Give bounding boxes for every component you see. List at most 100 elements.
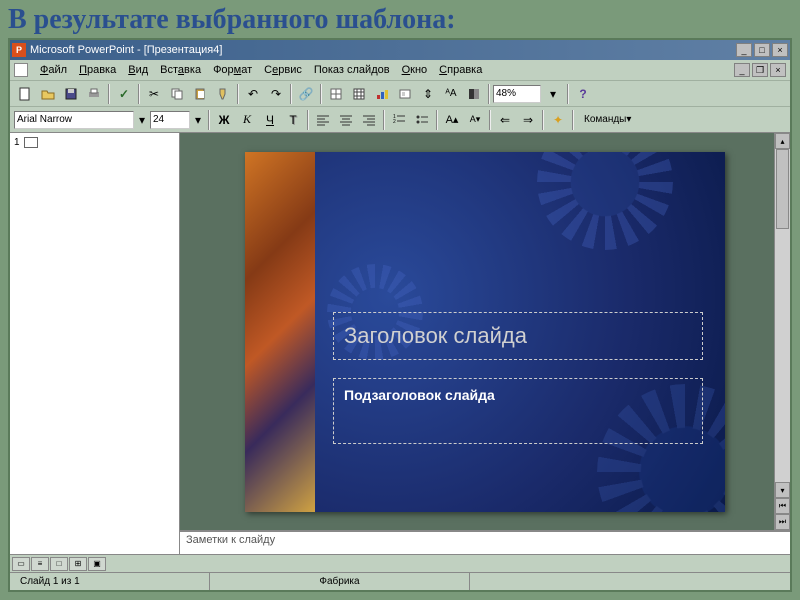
vertical-scrollbar[interactable]: ▴ ▾ ⏮ ⏭ xyxy=(774,133,790,530)
menu-edit[interactable]: Правка xyxy=(77,64,118,76)
child-restore-button[interactable]: ❐ xyxy=(752,63,768,77)
bullets-button[interactable] xyxy=(411,109,433,131)
menu-window[interactable]: Окно xyxy=(400,64,430,76)
menu-help[interactable]: Справка xyxy=(437,64,484,76)
expand-button[interactable]: ⇕ xyxy=(417,83,439,105)
paste-button[interactable] xyxy=(189,83,211,105)
scroll-down-button[interactable]: ▾ xyxy=(775,482,790,498)
notes-pane[interactable]: Заметки к слайду xyxy=(180,530,790,554)
cut-button[interactable]: ✂ xyxy=(143,83,165,105)
numbering-button[interactable]: 12 xyxy=(388,109,410,131)
grayscale-button[interactable] xyxy=(463,83,485,105)
font-dropdown-button[interactable]: ▾ xyxy=(135,109,149,131)
size-dropdown-button[interactable]: ▾ xyxy=(191,109,205,131)
hyperlink-button[interactable]: 🔗 xyxy=(295,83,317,105)
help-button[interactable]: ? xyxy=(572,83,594,105)
slide-number: 1 xyxy=(14,137,20,148)
outline-pane[interactable]: 1 xyxy=(10,133,180,554)
maximize-button[interactable]: □ xyxy=(754,43,770,57)
zoom-dropdown-button[interactable]: ▾ xyxy=(542,83,564,105)
show-formatting-button[interactable]: ᴬA xyxy=(440,83,462,105)
menu-bar: Файл Правка Вид Вставка Формат Сервис По… xyxy=(10,60,790,80)
format-painter-button[interactable] xyxy=(212,83,234,105)
shadow-button[interactable]: T xyxy=(282,109,304,131)
copy-button[interactable] xyxy=(166,83,188,105)
prev-slide-button[interactable]: ⏮ xyxy=(775,498,790,514)
slide-canvas[interactable]: Заголовок слайда Подзаголовок слайда ▴ ▾… xyxy=(180,133,790,530)
new-slide-button[interactable] xyxy=(394,83,416,105)
child-minimize-button[interactable]: _ xyxy=(734,63,750,77)
slide-pane: Заголовок слайда Подзаголовок слайда ▴ ▾… xyxy=(180,133,790,554)
chart-button[interactable] xyxy=(371,83,393,105)
powerpoint-icon: P xyxy=(12,43,26,57)
view-buttons-bar: ▭ ≡ □ ⊞ ▣ xyxy=(10,554,790,572)
powerpoint-window: P Microsoft PowerPoint - [Презентация4] … xyxy=(8,38,792,592)
separator xyxy=(567,84,569,104)
document-icon xyxy=(14,63,28,77)
font-name-select[interactable] xyxy=(14,111,134,129)
align-right-button[interactable] xyxy=(358,109,380,131)
underline-button[interactable]: Ч xyxy=(259,109,281,131)
decrease-font-button[interactable]: A▾ xyxy=(464,109,486,131)
separator xyxy=(436,110,438,130)
font-size-select[interactable] xyxy=(150,111,190,129)
menu-slideshow[interactable]: Показ слайдов xyxy=(312,64,392,76)
separator xyxy=(488,84,490,104)
insert-table-button[interactable] xyxy=(348,83,370,105)
print-button[interactable] xyxy=(83,83,105,105)
close-button[interactable]: × xyxy=(772,43,788,57)
menu-tools[interactable]: Сервис xyxy=(262,64,304,76)
slide-title-placeholder[interactable]: Заголовок слайда xyxy=(333,312,703,360)
menu-insert[interactable]: Вставка xyxy=(158,64,203,76)
commands-button[interactable]: Команды ▾ xyxy=(577,109,638,131)
menu-file[interactable]: Файл xyxy=(38,64,69,76)
open-button[interactable] xyxy=(37,83,59,105)
align-left-button[interactable] xyxy=(312,109,334,131)
increase-font-button[interactable]: A▴ xyxy=(441,109,463,131)
save-button[interactable] xyxy=(60,83,82,105)
separator xyxy=(383,110,385,130)
app-title: Microsoft PowerPoint - [Презентация4] xyxy=(30,44,222,56)
slideshow-view-button[interactable]: ▣ xyxy=(88,557,106,571)
scroll-thumb[interactable] xyxy=(776,149,789,229)
gear-decoration xyxy=(545,152,665,242)
tables-button[interactable] xyxy=(325,83,347,105)
normal-view-button[interactable]: ▭ xyxy=(12,557,30,571)
separator xyxy=(237,84,239,104)
menu-view[interactable]: Вид xyxy=(126,64,150,76)
scroll-up-button[interactable]: ▴ xyxy=(775,133,790,149)
redo-button[interactable]: ↷ xyxy=(265,83,287,105)
italic-button[interactable]: К xyxy=(236,109,258,131)
separator xyxy=(542,110,544,130)
slide-subtitle-placeholder[interactable]: Подзаголовок слайда xyxy=(333,378,703,444)
separator xyxy=(138,84,140,104)
menu-format[interactable]: Формат xyxy=(211,64,254,76)
status-bar: Слайд 1 из 1 Фабрика xyxy=(10,572,790,590)
slide[interactable]: Заголовок слайда Подзаголовок слайда xyxy=(245,152,725,512)
bold-button[interactable]: Ж xyxy=(213,109,235,131)
minimize-button[interactable]: _ xyxy=(736,43,752,57)
separator xyxy=(290,84,292,104)
outline-view-button[interactable]: ≡ xyxy=(31,557,49,571)
outline-slide-1[interactable]: 1 xyxy=(14,137,175,148)
new-button[interactable] xyxy=(14,83,36,105)
separator xyxy=(320,84,322,104)
demote-button[interactable]: ⇒ xyxy=(517,109,539,131)
spelling-button[interactable]: ✓ xyxy=(113,83,135,105)
title-bar: P Microsoft PowerPoint - [Презентация4] … xyxy=(10,40,790,60)
sorter-view-button[interactable]: ⊞ xyxy=(69,557,87,571)
zoom-select[interactable] xyxy=(493,85,541,103)
animation-effects-button[interactable]: ✦ xyxy=(547,109,569,131)
work-area: 1 Заголовок слайда Подзаголовок слайда ▴… xyxy=(10,132,790,554)
promote-button[interactable]: ⇐ xyxy=(494,109,516,131)
child-close-button[interactable]: × xyxy=(770,63,786,77)
align-center-button[interactable] xyxy=(335,109,357,131)
undo-button[interactable]: ↶ xyxy=(242,83,264,105)
separator xyxy=(489,110,491,130)
slide-view-button[interactable]: □ xyxy=(50,557,68,571)
separator xyxy=(208,110,210,130)
separator xyxy=(108,84,110,104)
next-slide-button[interactable]: ⏭ xyxy=(775,514,790,530)
template-side-strip xyxy=(245,152,315,512)
separator xyxy=(307,110,309,130)
